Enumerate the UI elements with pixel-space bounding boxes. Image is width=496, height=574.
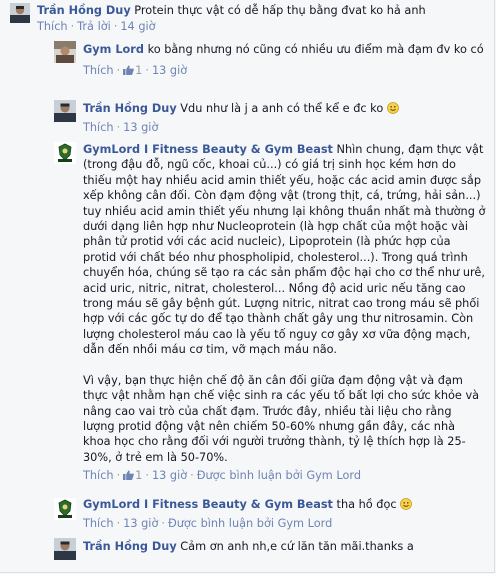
person-avatar-icon bbox=[10, 3, 30, 23]
person-avatar-icon bbox=[54, 538, 76, 560]
gym-lord-logo-icon bbox=[54, 498, 76, 520]
avatar[interactable] bbox=[54, 538, 76, 560]
comment-text: Gym Lord ko bằng nhưng nó cũng có nhiều … bbox=[83, 42, 486, 57]
comment-message: Nhìn chung, đạm thực vật (trong đậu đỗ, … bbox=[83, 143, 489, 357]
avatar[interactable] bbox=[54, 41, 76, 63]
comment-time[interactable]: 13 giờ bbox=[152, 64, 187, 77]
comment-6: Trần Hồng Duy Cảm ơn anh nh,e cứ lăn tăn… bbox=[0, 536, 494, 572]
comment-message: Cảm ơn anh nh,e cứ lăn tăn mãi.thanks a bbox=[180, 540, 414, 553]
like-button[interactable]: Thích bbox=[83, 64, 114, 77]
comment-time[interactable]: 13 giờ bbox=[123, 517, 158, 530]
gym-lord-logo-icon bbox=[54, 142, 76, 164]
reply-button[interactable]: Trả lời bbox=[77, 20, 111, 33]
comment-text: Trần Hồng Duy Cảm ơn anh nh,e cứ lăn tăn… bbox=[83, 539, 486, 554]
avatar[interactable] bbox=[54, 100, 76, 122]
comment-time[interactable]: 13 giờ bbox=[123, 121, 158, 134]
comment-meta: Thích · 1 · 13 giờ · Được bình luận bởi Gym Lo… bbox=[83, 469, 362, 483]
comment-thread: Trần Hồng Duy Protein thực vật có dễ hấp… bbox=[0, 0, 495, 573]
comment-meta: Thích · 1 · 13 giờ bbox=[83, 64, 188, 78]
like-button[interactable]: Thích bbox=[83, 469, 114, 482]
smiley-emoji-icon bbox=[386, 102, 399, 114]
comment-time[interactable]: 14 giờ bbox=[120, 20, 155, 33]
comment-3: Trần Hồng Duy Vdu như là j a anh có thể … bbox=[0, 98, 494, 138]
comment-text-paragraph-2: Vì vậy, bạn thực hiện chế độ ăn cân đối … bbox=[83, 373, 483, 464]
avatar[interactable] bbox=[54, 142, 76, 164]
like-count[interactable]: 1 bbox=[123, 64, 142, 77]
like-button[interactable]: Thích bbox=[37, 20, 68, 33]
comment-message: tha hồ đọc bbox=[336, 498, 397, 511]
comment-message: Protein thực vật có dễ hấp thụ bằng đvat… bbox=[134, 4, 426, 17]
commented-by-link[interactable]: Được bình luận bởi Gym Lord bbox=[197, 469, 361, 482]
avatar[interactable] bbox=[10, 3, 30, 23]
like-button[interactable]: Thích bbox=[83, 121, 114, 134]
person-avatar-icon bbox=[54, 100, 76, 122]
comment-text: GymLord I Fitness Beauty & Gym Beast Nhì… bbox=[83, 142, 486, 358]
thumbs-up-icon bbox=[123, 65, 135, 76]
comment-meta: Thích · Trả lời · 14 giờ bbox=[37, 20, 156, 34]
person-avatar-icon bbox=[54, 41, 76, 63]
comment-author[interactable]: Trần Hồng Duy bbox=[83, 102, 177, 115]
comment-time[interactable]: 13 giờ bbox=[152, 469, 187, 482]
comment-1: Trần Hồng Duy Protein thực vật có dễ hấp… bbox=[0, 0, 494, 42]
avatar[interactable] bbox=[54, 498, 76, 520]
comment-text: Trần Hồng Duy Protein thực vật có dễ hấp… bbox=[37, 3, 486, 18]
comment-author[interactable]: Trần Hồng Duy bbox=[83, 540, 177, 553]
like-count[interactable]: 1 bbox=[123, 469, 142, 482]
comment-text: GymLord I Fitness Beauty & Gym Beast tha… bbox=[83, 497, 486, 512]
comment-meta: Thích · 13 giờ · Được bình luận bởi Gym Lord bbox=[83, 517, 333, 531]
comment-author[interactable]: Gym Lord bbox=[83, 43, 144, 56]
comment-author[interactable]: GymLord I Fitness Beauty & Gym Beast bbox=[83, 143, 333, 156]
comment-4: GymLord I Fitness Beauty & Gym Beast Nhì… bbox=[0, 140, 494, 492]
comment-author[interactable]: GymLord I Fitness Beauty & Gym Beast bbox=[83, 498, 333, 511]
comment-2: Gym Lord ko bằng nhưng nó cũng có nhiều … bbox=[0, 39, 494, 99]
thumbs-up-icon bbox=[123, 470, 135, 481]
comment-message: Vdu như là j a anh có thể kể e đc ko bbox=[180, 102, 384, 115]
comment-meta: Thích · 13 giờ bbox=[83, 121, 159, 135]
like-button[interactable]: Thích bbox=[83, 517, 114, 530]
comment-text: Trần Hồng Duy Vdu như là j a anh có thể … bbox=[83, 101, 486, 116]
commented-by-link[interactable]: Được bình luận bởi Gym Lord bbox=[168, 517, 332, 530]
comment-author[interactable]: Trần Hồng Duy bbox=[37, 4, 131, 17]
comment-5: GymLord I Fitness Beauty & Gym Beast tha… bbox=[0, 494, 494, 534]
smiley-emoji-icon bbox=[400, 498, 413, 510]
comment-message: ko bằng nhưng nó cũng có nhiều ưu điểm m… bbox=[147, 43, 484, 56]
